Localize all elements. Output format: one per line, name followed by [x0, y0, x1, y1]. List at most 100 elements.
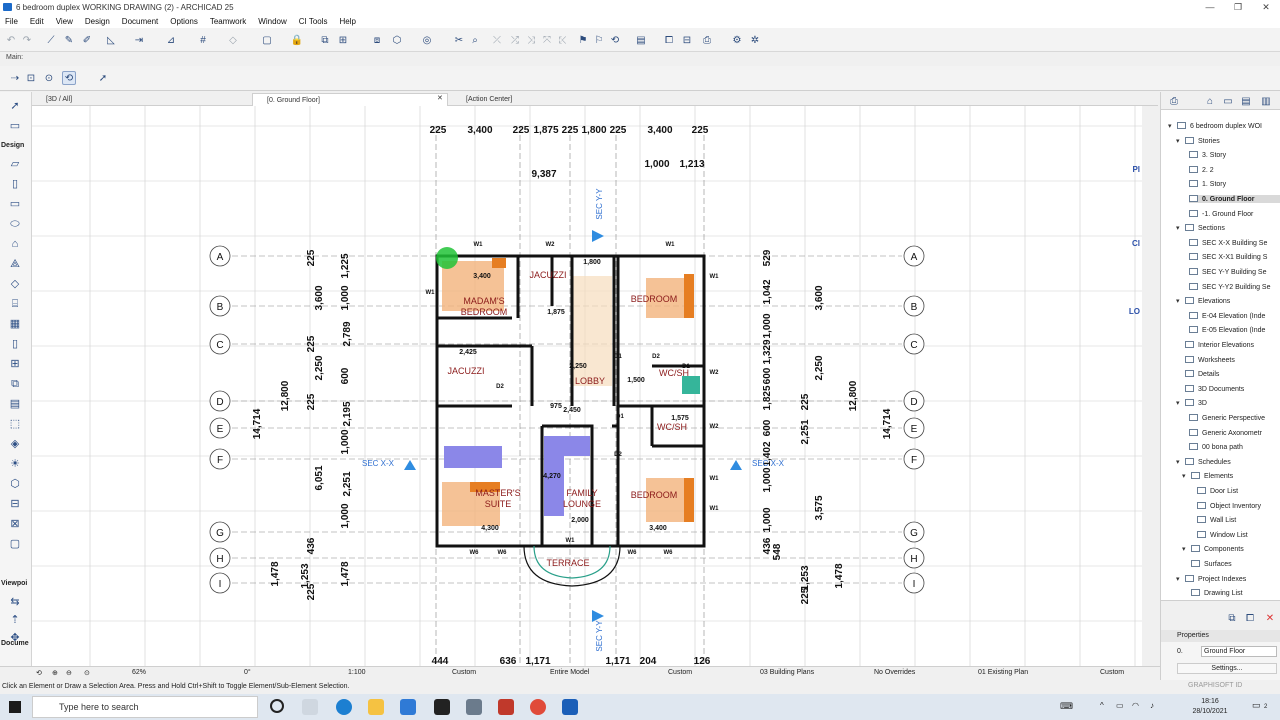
expand-chevron-icon[interactable]: ▾	[1176, 458, 1180, 466]
clone-view-icon[interactable]: ⧠	[1243, 611, 1257, 625]
undo-zoom-icon[interactable]: ⟲	[36, 669, 42, 677]
expand-chevron-icon[interactable]: ▾	[1176, 137, 1180, 145]
settings-button[interactable]: Settings...	[1177, 663, 1277, 674]
nav-view-folder[interactable]: 3D Documents	[1185, 384, 1280, 393]
find-select-icon[interactable]: ⌕	[468, 33, 482, 47]
offset-icon[interactable]: ⤪	[556, 33, 570, 47]
fillet-icon[interactable]: ⤧	[540, 33, 554, 47]
task-view-icon[interactable]	[302, 699, 318, 715]
nav-section[interactable]: SEC X-X Building Se	[1189, 238, 1280, 247]
nav-3d-view[interactable]: 00 bona path	[1189, 443, 1280, 451]
layout-book-nav-icon[interactable]: ▭	[1221, 94, 1235, 108]
maximize-button[interactable]: ❐	[1224, 0, 1252, 14]
nav-3d[interactable]: 3D	[1185, 399, 1280, 407]
grid-snap-icon[interactable]: #	[196, 33, 210, 47]
tray-chevron-icon[interactable]: ^	[1100, 701, 1104, 710]
intersect-icon[interactable]: ⤫	[490, 33, 504, 47]
select-mode-icon[interactable]: ⇢	[8, 71, 22, 85]
menu-view[interactable]: View	[56, 17, 73, 26]
arrow-tool-icon[interactable]: ➚	[6, 98, 24, 114]
graphic-override-icon[interactable]: ◎	[420, 33, 434, 47]
nav-drawing-list[interactable]: Drawing List	[1191, 589, 1280, 597]
layer-combination[interactable]: Custom	[452, 669, 476, 676]
tab-3d-all[interactable]: [3D / All]	[32, 93, 122, 106]
menu-file[interactable]: File	[5, 17, 18, 26]
nav-view-folder[interactable]: Worksheets	[1185, 355, 1280, 364]
close-button[interactable]: ✕	[1252, 0, 1280, 14]
expand-chevron-icon[interactable]: ▾	[1176, 575, 1180, 583]
menu-window[interactable]: Window	[258, 17, 286, 26]
guide-lines-icon[interactable]: ◺	[104, 33, 118, 47]
layout-book-icon[interactable]: ▤	[634, 33, 648, 47]
renovation-filter[interactable]: 01 Existing Plan	[978, 669, 1028, 676]
expand-chevron-icon[interactable]: ▾	[1176, 297, 1180, 305]
pen-set[interactable]: Custom	[668, 669, 692, 676]
flag-icon[interactable]: ⚑	[576, 33, 590, 47]
menu-options[interactable]: Options	[170, 17, 198, 26]
shell-tool-icon[interactable]: ⟁	[6, 256, 24, 272]
orientation-value[interactable]: 0°	[244, 669, 251, 676]
nav-elevations[interactable]: Elevations	[1185, 297, 1280, 305]
nav-section[interactable]: SEC Y-Y Building Se	[1189, 268, 1280, 276]
nav-view-folder[interactable]: Details	[1185, 370, 1280, 378]
inject-icon[interactable]: ✐	[80, 33, 94, 47]
mep-tool-icon[interactable]: ⊟	[6, 496, 24, 512]
window-tool-icon[interactable]: ⊞	[6, 356, 24, 372]
snap-guides-icon[interactable]: ⇥	[132, 33, 146, 47]
nav-story[interactable]: 1. Story	[1189, 180, 1280, 188]
nav-element-schedule[interactable]: Wall List	[1197, 516, 1280, 524]
tab-ground-floor[interactable]: [0. Ground Floor]	[252, 93, 448, 106]
marquee-tool-icon[interactable]: ▭	[6, 118, 24, 134]
elevation-tool-icon[interactable]: ⇆	[6, 594, 24, 610]
nav-story[interactable]: -1. Ground Floor	[1189, 209, 1280, 218]
issue-icon[interactable]: ⚐	[592, 33, 606, 47]
nav-story[interactable]: 3. Story	[1189, 151, 1280, 159]
organizer-nav-icon[interactable]: ▥	[1259, 94, 1273, 108]
rotate-select-icon[interactable]: ⊙	[42, 71, 56, 85]
new-view-icon[interactable]: ⧉	[1225, 611, 1239, 625]
expand-chevron-icon[interactable]: ▾	[1176, 224, 1180, 232]
nav-element-schedule[interactable]: Object Inventory	[1197, 501, 1280, 510]
gravity-icon[interactable]: ◇	[226, 33, 240, 47]
wall-tool-icon[interactable]: ▱	[6, 156, 24, 172]
eyedropper-icon[interactable]: ✎	[62, 33, 76, 47]
dimension-standard[interactable]: 03 Building Plans	[760, 669, 814, 676]
pick-up-icon[interactable]: ⟋	[44, 33, 58, 47]
floor-plan-canvas[interactable]: A A B B C C D D E E F F G G H H I I 225 3,400 225 1,875 225 1,8…	[32, 106, 1142, 666]
nav-view-folder[interactable]: Interior Elevations	[1185, 341, 1280, 349]
floor-plan-drawing[interactable]: A AB BC CD DE EF FG GH HI I225 3,400 225 1,875 225 1,8…	[32, 106, 1142, 666]
scissors-icon[interactable]: ✂	[452, 33, 466, 47]
nav-schedules[interactable]: Schedules	[1185, 457, 1280, 466]
model-view-option[interactable]: Entire Model	[550, 669, 589, 676]
nav-project-indexes[interactable]: Project Indexes	[1185, 574, 1280, 583]
menu-help[interactable]: Help	[340, 17, 356, 26]
file-explorer-icon[interactable]	[368, 699, 384, 715]
arrow-tool-icon[interactable]: ➚	[96, 71, 110, 85]
structural-display[interactable]: Custom	[1100, 669, 1124, 676]
nav-elements[interactable]: Elements	[1191, 472, 1280, 480]
nav-elevation[interactable]: E-05 Elevation (Inde	[1189, 326, 1280, 334]
menu-design[interactable]: Design	[85, 17, 110, 26]
partial-select-icon[interactable]: ⊡	[24, 71, 38, 85]
3d-view-icon[interactable]: ⬡	[390, 33, 404, 47]
store-icon[interactable]	[400, 699, 416, 715]
nav-3d-view[interactable]: Generic Axonometr	[1189, 428, 1280, 437]
fit-window-icon[interactable]: ⊙	[84, 669, 90, 677]
zoom-in-icon[interactable]: ⊕	[52, 669, 58, 677]
project-map-icon[interactable]: ⎙	[1167, 94, 1181, 108]
tray-clock[interactable]: 18:16 28/10/2021	[1180, 697, 1240, 717]
zone-tool-icon[interactable]: ⬚	[6, 416, 24, 432]
story-name-field[interactable]: Ground Floor	[1201, 646, 1277, 657]
expand-chevron-icon[interactable]: ▾	[1182, 545, 1186, 553]
cursor-snap-icon[interactable]: ⊿	[164, 33, 178, 47]
nav-story[interactable]: 0. Ground Floor	[1189, 195, 1280, 203]
cortana-icon[interactable]	[270, 699, 284, 713]
nav-section[interactable]: SEC Y-Y2 Building Se	[1189, 282, 1280, 291]
section-tool-icon[interactable]: ▢	[6, 536, 24, 552]
favorites-icon[interactable]: ✲	[748, 33, 762, 47]
settings-tool-icon[interactable]: ⚙	[730, 33, 744, 47]
publisher-icon[interactable]: ▤	[1239, 94, 1253, 108]
menu-document[interactable]: Document	[122, 17, 158, 26]
curtain-wall-tool-icon[interactable]: ▦	[6, 316, 24, 332]
layer-icon[interactable]: ⧈	[370, 33, 384, 47]
